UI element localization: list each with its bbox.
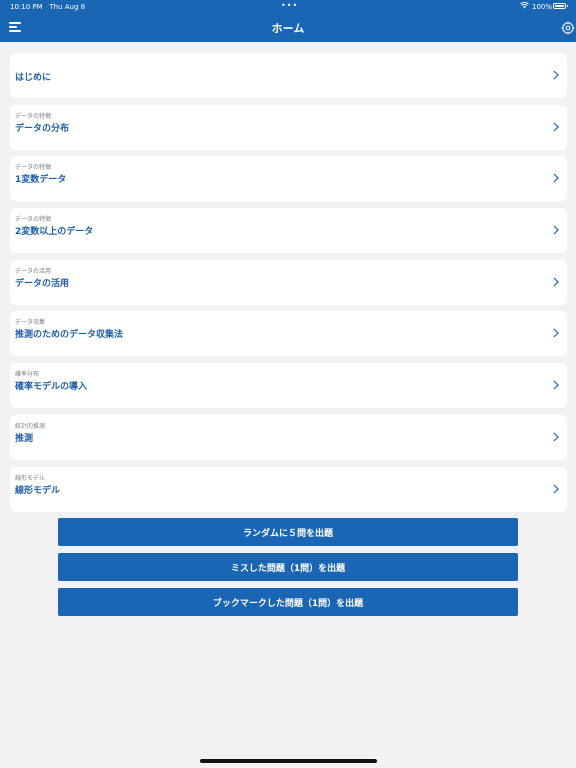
chevron-right-icon — [553, 70, 559, 80]
topic-category: データの特徴 — [15, 216, 52, 224]
topic-label: データの活用 — [15, 278, 70, 289]
topic-data-distribution[interactable]: データの特徴 データの分布 — [10, 104, 567, 150]
topic-data-collection[interactable]: データ収集 推測のためのデータ収集法 — [10, 311, 567, 357]
chevron-right-icon — [553, 122, 559, 132]
topic-category: データの活用 — [15, 267, 52, 275]
topic-intro[interactable]: はじめに — [10, 53, 567, 98]
multitasking-dots[interactable]: ••• — [281, 1, 298, 10]
random-quiz-button[interactable]: ランダムに５問を出題 — [58, 518, 518, 546]
chevron-right-icon — [553, 484, 559, 493]
topic-multivariate-data[interactable]: データの特徴 2変数以上のデータ — [10, 208, 567, 254]
topic-linear-model[interactable]: 線形モデル 線形モデル — [10, 466, 567, 512]
topic-label: 確率モデルの導入 — [15, 382, 88, 393]
bookmarked-questions-button[interactable]: ブックマークした問題（1問）を出題 — [58, 588, 518, 616]
chevron-right-icon — [553, 329, 559, 338]
topic-label: 推測 — [15, 433, 34, 444]
topic-list: はじめに データの特徴 データの分布 データの特徴 1変数データ データの特徴 … — [10, 53, 567, 518]
status-bar: 10:10 PM Thu Aug 8 ••• 100% — [0, 0, 576, 14]
topic-label: データの分布 — [15, 123, 70, 134]
chevron-right-icon — [553, 225, 559, 235]
status-time: 10:10 PM Thu Aug 8 — [10, 3, 86, 11]
topic-category: データの特徴 — [15, 112, 52, 120]
missed-questions-button[interactable]: ミスした問題（1問）を出題 — [58, 553, 518, 581]
topic-label: 線形モデル — [15, 485, 61, 496]
topic-label: はじめに — [15, 73, 52, 83]
topic-category: データの特徴 — [15, 164, 52, 172]
chevron-right-icon — [553, 277, 559, 287]
wifi-icon — [520, 1, 529, 11]
topic-data-usage[interactable]: データの活用 データの活用 — [10, 259, 567, 305]
topic-category: 統計的推測 — [15, 422, 46, 430]
topic-univariate-data[interactable]: データの特徴 1変数データ — [10, 156, 567, 202]
chevron-right-icon — [553, 432, 559, 442]
navigation-bar: 10:10 PM Thu Aug 8 ••• 100% ホーム — [0, 0, 576, 42]
topic-label: 推測のためのデータ収集法 — [15, 330, 124, 341]
topic-category: データ収集 — [15, 319, 46, 327]
gear-icon[interactable] — [561, 20, 575, 35]
topic-category: 線形モデル — [15, 474, 46, 482]
topic-category: 確率分布 — [15, 371, 40, 379]
battery-percentage: 100% — [532, 3, 553, 11]
home-indicator[interactable] — [200, 759, 377, 763]
battery-icon — [553, 3, 568, 9]
chevron-right-icon — [553, 173, 559, 183]
chevron-right-icon — [553, 380, 559, 390]
topic-label: 1変数データ — [15, 175, 67, 186]
topic-probability-model[interactable]: 確率分布 確率モデルの導入 — [10, 363, 567, 409]
page-title: ホーム — [271, 22, 305, 35]
topic-inference[interactable]: 統計的推測 推測 — [10, 414, 567, 460]
topic-label: 2変数以上のデータ — [15, 227, 94, 238]
